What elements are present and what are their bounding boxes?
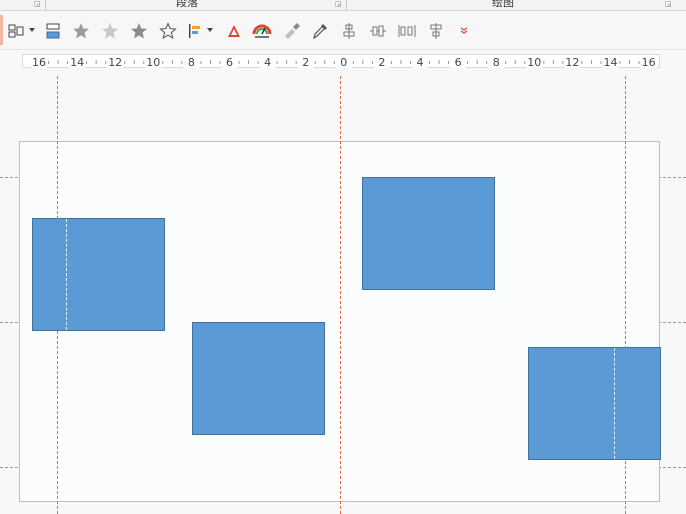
rectangle-shape[interactable] xyxy=(192,322,325,435)
dialog-launcher-icon[interactable]: ◲ xyxy=(34,1,41,8)
vertical-guide[interactable] xyxy=(57,76,58,514)
align-group-button[interactable] xyxy=(42,20,64,42)
ruler-label: 2 xyxy=(378,56,385,69)
chevron-down-icon[interactable] xyxy=(207,27,213,33)
distribute-spacing-icon xyxy=(398,25,416,37)
star-button-1[interactable] xyxy=(70,20,92,42)
distribute-horizontal-button[interactable] xyxy=(367,20,389,42)
star-light-gray-icon xyxy=(102,23,118,39)
paintbrush-icon xyxy=(285,23,300,39)
align-center-vertical-button[interactable] xyxy=(338,20,360,42)
star-filled-gray-icon xyxy=(131,23,147,39)
ruler-label: 10 xyxy=(527,56,541,69)
eyedropper-button[interactable] xyxy=(309,20,331,42)
toolbar xyxy=(0,11,686,50)
ruler-label: 14 xyxy=(70,56,84,69)
ruler-label: 14 xyxy=(604,56,618,69)
more-button[interactable] xyxy=(453,20,475,42)
ruler-label: 2 xyxy=(302,56,309,69)
rectangle-shape[interactable] xyxy=(32,218,165,331)
speed-button[interactable] xyxy=(251,20,273,42)
snap-line xyxy=(614,348,615,459)
ruler-label: 12 xyxy=(108,56,122,69)
star-button-3[interactable] xyxy=(128,20,150,42)
vertical-guide[interactable] xyxy=(340,76,341,514)
ruler-label: 6 xyxy=(226,56,233,69)
ruler-label: 16 xyxy=(32,56,46,69)
group-label-paragraph: 段落 xyxy=(176,0,198,9)
arrange-icon xyxy=(8,24,24,38)
star-filled-gray-icon xyxy=(73,23,89,39)
star-outline-icon xyxy=(159,22,177,40)
star-outline-button[interactable] xyxy=(157,20,179,42)
vertical-guide[interactable] xyxy=(625,76,626,514)
rectangle-shape[interactable] xyxy=(528,347,661,460)
align-center-icon xyxy=(343,23,355,39)
text-align-icon xyxy=(189,24,200,38)
dialog-launcher-icon[interactable]: ◲ xyxy=(665,1,672,8)
ruler-label: 8 xyxy=(493,56,500,69)
snap-line xyxy=(66,219,67,330)
align-middle-icon xyxy=(430,23,442,39)
ruler-scale: 16 14 12 10 8 6 4 2 0 2 4 6 8 10 12 14 16 xyxy=(31,56,657,69)
more-icon xyxy=(460,27,468,34)
ruler-label: 4 xyxy=(264,56,271,69)
ruler-label: 6 xyxy=(455,56,462,69)
distribute-h-icon xyxy=(370,25,386,37)
eyedropper-icon xyxy=(313,24,327,40)
format-painter-button[interactable] xyxy=(281,20,303,42)
arrange-objects-button[interactable] xyxy=(5,20,27,42)
ruler-label: 8 xyxy=(188,56,195,69)
group-label-drawing: 绘图 xyxy=(492,0,514,9)
ribbon-group-strip: ◲ 段落 ◲ 绘图 ◲ xyxy=(0,0,686,11)
group-separator xyxy=(45,0,46,10)
horizontal-ruler[interactable]: 16 14 12 10 8 6 4 2 0 2 4 6 8 10 12 14 16 xyxy=(22,54,660,69)
text-align-button[interactable] xyxy=(184,20,206,42)
chevron-down-icon[interactable] xyxy=(29,27,35,33)
pdf-button[interactable] xyxy=(223,20,245,42)
ruler-label: 4 xyxy=(417,56,424,69)
toolbar-accent xyxy=(0,15,3,45)
distribute-spacing-button[interactable] xyxy=(396,20,418,42)
dialog-launcher-icon[interactable]: ◲ xyxy=(335,1,342,8)
group-separator xyxy=(346,0,347,10)
rectangle-shape[interactable] xyxy=(362,177,495,290)
ruler-label: 0 xyxy=(340,56,347,69)
ruler-label: 12 xyxy=(565,56,579,69)
pdf-icon xyxy=(228,25,240,37)
align-group-icon xyxy=(46,23,60,39)
star-button-2[interactable] xyxy=(99,20,121,42)
gauge-icon xyxy=(252,24,272,38)
align-middle-button[interactable] xyxy=(425,20,447,42)
ruler-label: 10 xyxy=(146,56,160,69)
ruler-label: 16 xyxy=(642,56,656,69)
